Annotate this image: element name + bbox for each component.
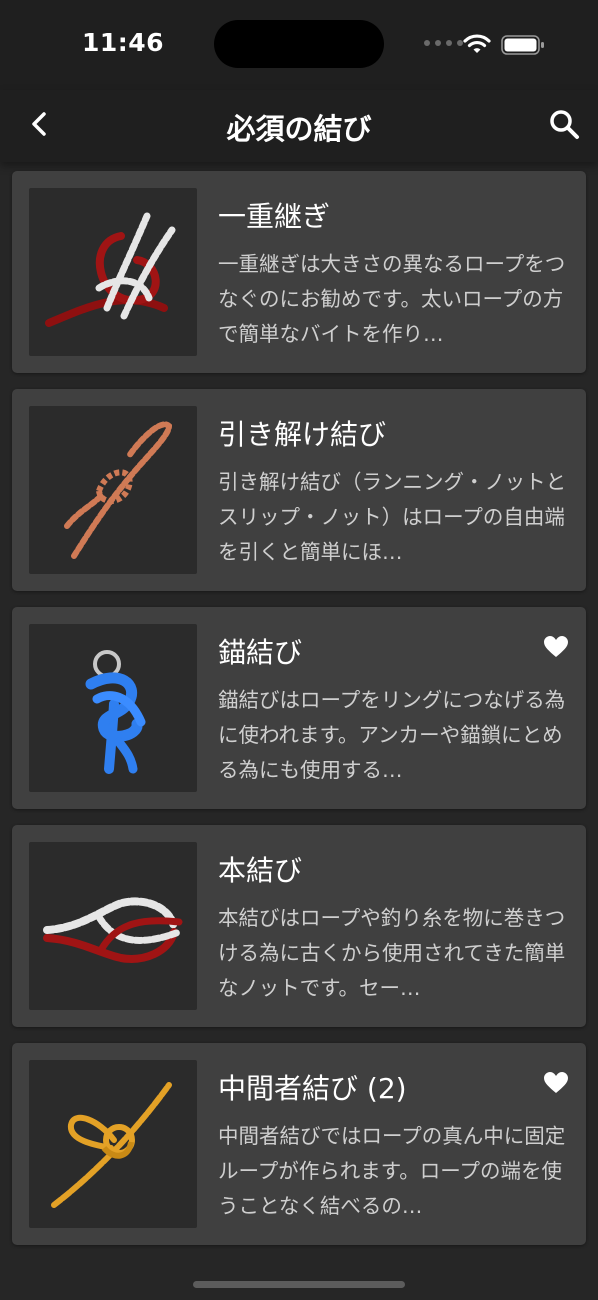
- knot-thumbnail: [29, 188, 197, 356]
- knot-title: 本結び: [218, 854, 303, 887]
- navigation-bar: 必須の結び: [0, 90, 598, 162]
- status-time: 11:46: [82, 28, 165, 57]
- wifi-icon: [463, 34, 491, 53]
- home-indicator[interactable]: [193, 1281, 405, 1288]
- knot-card[interactable]: 錨結び 錨結びはロープをリングにつなげる為に使われます。アンカーや錨鎖にとめる為…: [12, 607, 586, 809]
- knot-thumbnail: [29, 624, 197, 792]
- knot-list: 一重継ぎ 一重継ぎは大きさの異なるロープをつなぐのにお勧めです。太いロープの方で…: [12, 171, 586, 1261]
- page-title: 必須の結び: [226, 112, 372, 146]
- knot-description: 引き解け結び（ランニング・ノットとスリップ・ノット）はロープの自由端を引くと簡単…: [218, 470, 567, 564]
- cellular-signal-icon: [424, 40, 463, 46]
- knot-description: 本結びはロープや釣り糸を物に巻きつける為に古くから使用されてきた簡単なノットです…: [218, 906, 566, 1000]
- search-icon: [550, 110, 579, 139]
- knot-title: 引き解け結び: [218, 418, 387, 451]
- dynamic-island: [214, 20, 384, 68]
- knot-thumbnail: [29, 842, 197, 1010]
- knot-description: 一重継ぎは大きさの異なるロープをつなぐのにお勧めです。太いロープの方で簡単なバイ…: [218, 252, 566, 346]
- knot-title: 錨結び: [218, 636, 303, 669]
- favorite-heart-icon[interactable]: [543, 1071, 569, 1095]
- status-bar: 11:46: [0, 0, 598, 90]
- knot-description: 中間者結びではロープの真ん中に固定ループが作られます。ロープの端を使うことなく結…: [218, 1124, 566, 1218]
- knot-card[interactable]: 中間者結び (2) 中間者結びではロープの真ん中に固定ループが作られます。ロープ…: [12, 1043, 586, 1245]
- knot-card[interactable]: 本結び 本結びはロープや釣り糸を物に巻きつける為に古くから使用されてきた簡単なノ…: [12, 825, 586, 1027]
- knot-description: 錨結びはロープをリングにつなげる為に使われます。アンカーや錨鎖にとめる為にも使用…: [218, 688, 566, 782]
- knot-title: 一重継ぎ: [218, 200, 331, 233]
- knot-thumbnail: [29, 1060, 197, 1228]
- favorite-heart-icon[interactable]: [543, 635, 569, 659]
- knot-thumbnail: [29, 406, 197, 574]
- search-button[interactable]: [546, 106, 582, 142]
- knot-title: 中間者結び (2): [218, 1072, 407, 1105]
- battery-icon: [501, 35, 544, 55]
- knot-card[interactable]: 引き解け結び 引き解け結び（ランニング・ノットとスリップ・ノット）はロープの自由…: [12, 389, 586, 591]
- knot-card[interactable]: 一重継ぎ 一重継ぎは大きさの異なるロープをつなぐのにお勧めです。太いロープの方で…: [12, 171, 586, 373]
